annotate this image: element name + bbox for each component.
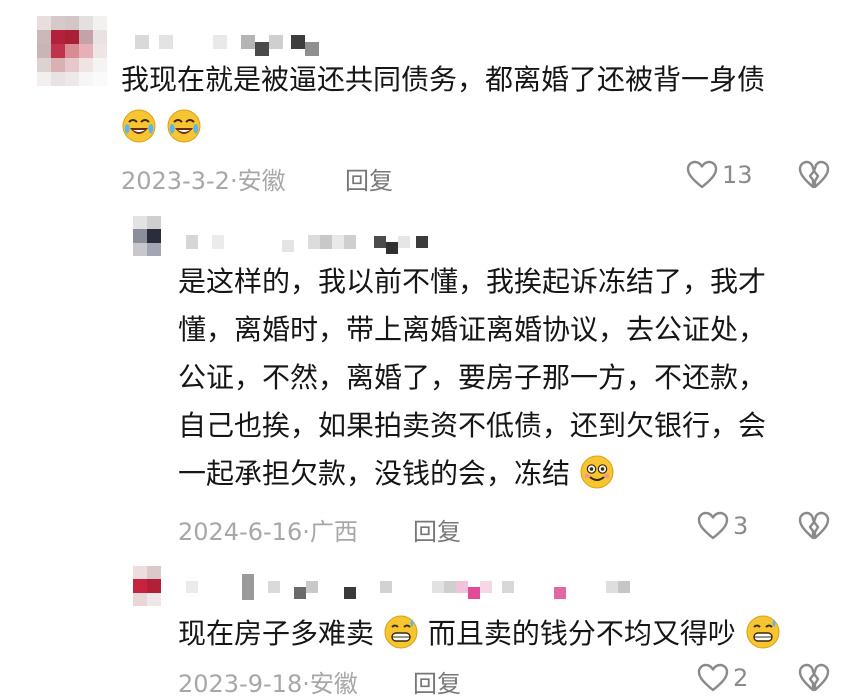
- heart-outline-icon: [686, 160, 718, 190]
- reply-button[interactable]: 回复: [413, 664, 461, 699]
- comment-text: 现在房子多难卖 而且卖的钱分不均又得吵: [178, 610, 838, 658]
- like-count: 2: [733, 664, 749, 692]
- laughing-crying-emoji-icon: [121, 109, 166, 144]
- heart-outline-icon: [697, 663, 729, 693]
- avatar[interactable]: [37, 16, 107, 86]
- sweat-grin-emoji-icon: [736, 615, 781, 650]
- dislike-button[interactable]: [798, 160, 830, 190]
- username-mosaic[interactable]: [186, 574, 630, 600]
- like-button[interactable]: 2: [697, 663, 748, 693]
- comment-meta: 2023-3-2·安徽: [121, 167, 286, 195]
- avatar[interactable]: [133, 566, 161, 606]
- comment-1: 我现在就是被逼还共同债务，都离婚了还被背一身债 2023-3-2·安徽 回复 1…: [0, 0, 865, 200]
- comment-text: 我现在就是被逼还共同债务，都离婚了还被背一身债: [121, 56, 841, 152]
- comment-text: 是这样的，我以前不懂，我挨起诉冻结了，我才 懂，离婚时，带上离婚证离婚协议，去公…: [178, 265, 767, 490]
- broken-heart-outline-icon: [798, 663, 830, 693]
- dislike-button[interactable]: [798, 663, 830, 693]
- smiling-emoji-icon: [570, 455, 615, 490]
- username-mosaic[interactable]: [186, 230, 428, 254]
- like-button[interactable]: 13: [686, 160, 753, 190]
- broken-heart-outline-icon: [798, 160, 830, 190]
- comment-meta: 2023-9-18·安徽: [178, 670, 358, 698]
- reply-button[interactable]: 回复: [345, 161, 393, 196]
- comment-date: 2024-6-16: [178, 518, 303, 546]
- sweat-grin-emoji-icon: [374, 615, 428, 650]
- like-count: 13: [722, 161, 753, 189]
- laughing-crying-emoji-icon: [166, 109, 202, 144]
- broken-heart-outline-icon: [798, 511, 830, 541]
- comment-date: 2023-3-2: [121, 167, 230, 195]
- comment-meta: 2024-6-16·广西: [178, 518, 358, 546]
- comment-2: 是这样的，我以前不懂，我挨起诉冻结了，我才 懂，离婚时，带上离婚证离婚协议，去公…: [0, 200, 865, 560]
- comment-date: 2023-9-18: [178, 670, 303, 698]
- like-button[interactable]: 3: [697, 511, 748, 541]
- avatar[interactable]: [133, 216, 161, 256]
- heart-outline-icon: [697, 511, 729, 541]
- comment-location: 安徽: [309, 670, 358, 698]
- comment-location: 广西: [309, 518, 358, 546]
- like-count: 3: [733, 512, 749, 540]
- reply-button[interactable]: 回复: [413, 512, 461, 547]
- comment-location: 安徽: [237, 167, 286, 195]
- comment-3: 现在房子多难卖 而且卖的钱分不均又得吵 2023-9-18·安徽 回复 2: [0, 560, 865, 698]
- dislike-button[interactable]: [798, 511, 830, 541]
- username-mosaic[interactable]: [135, 28, 319, 56]
